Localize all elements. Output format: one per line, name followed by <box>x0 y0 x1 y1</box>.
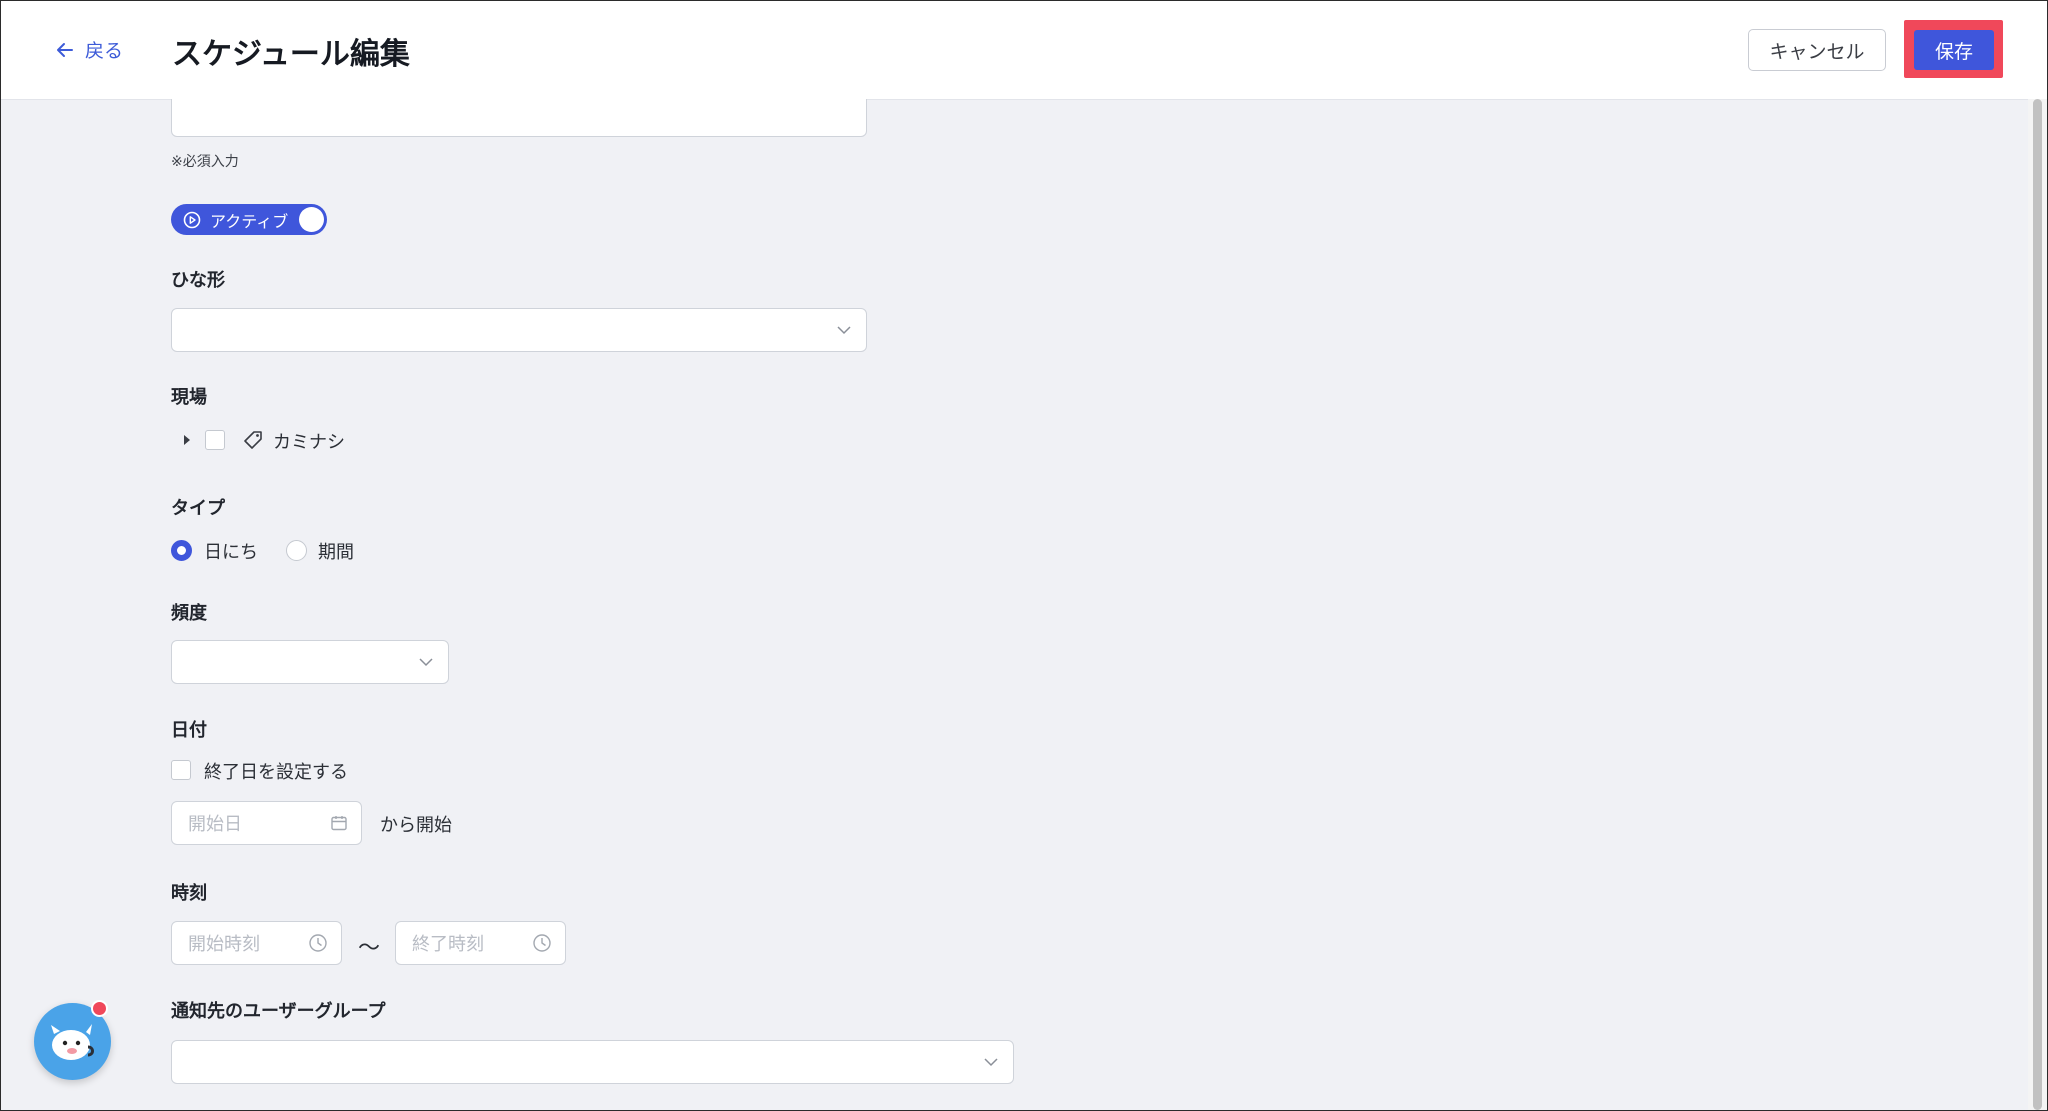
arrow-left-icon <box>57 42 73 57</box>
back-label: 戻る <box>85 40 124 62</box>
required-note: ※必須入力 <box>171 154 239 170</box>
date-label: 日付 <box>171 720 207 741</box>
time-label: 時刻 <box>171 883 207 904</box>
type-radio-period[interactable] <box>286 540 307 561</box>
type-radio-date[interactable] <box>171 540 192 561</box>
start-suffix-label: から開始 <box>380 815 452 836</box>
chevron-down-icon <box>419 658 433 667</box>
clock-icon <box>309 934 327 952</box>
start-date-placeholder: 開始日 <box>188 814 242 835</box>
start-time-placeholder: 開始時刻 <box>188 934 260 955</box>
calendar-icon <box>331 816 347 831</box>
time-separator: 〜 <box>358 936 381 961</box>
template-label: ひな形 <box>171 270 225 291</box>
caret-right-icon[interactable] <box>183 434 191 446</box>
chat-notification-badge <box>91 1000 108 1017</box>
chevron-down-icon <box>984 1058 998 1067</box>
name-input[interactable] <box>171 99 867 137</box>
play-circle-icon <box>183 211 201 228</box>
chevron-down-icon <box>837 326 851 335</box>
type-option-date-label: 日にち <box>204 542 258 563</box>
end-date-checkbox-label: 終了日を設定する <box>204 762 348 783</box>
page-title: スケジュール編集 <box>172 37 410 72</box>
scrollbar-thumb[interactable] <box>2033 99 2042 1110</box>
active-toggle[interactable]: アクティブ <box>171 204 327 235</box>
page-header: 戻る スケジュール編集 キャンセル 保存 <box>1 1 2047 100</box>
start-time-input[interactable]: 開始時刻 <box>171 921 342 965</box>
end-date-checkbox[interactable] <box>171 760 191 780</box>
notify-group-select[interactable] <box>171 1040 1014 1084</box>
active-toggle-label: アクティブ <box>210 211 289 231</box>
end-time-placeholder: 終了時刻 <box>412 934 484 955</box>
end-time-input[interactable]: 終了時刻 <box>395 921 566 965</box>
site-tree-item-label: カミナシ <box>273 432 345 453</box>
start-date-input[interactable]: 開始日 <box>171 801 362 845</box>
clock-icon <box>533 934 551 952</box>
app-window: 戻る スケジュール編集 キャンセル 保存 ※必須入力 アクティブ ひな形 現場 <box>0 0 2048 1111</box>
type-option-period-label: 期間 <box>318 542 354 563</box>
back-link[interactable]: 戻る <box>55 36 123 63</box>
form-content: ※必須入力 アクティブ ひな形 現場 カミナシ タイプ 日にち 期間 頻度 日付… <box>1 99 2027 1110</box>
save-button[interactable]: 保存 <box>1914 30 1994 70</box>
frequency-label: 頻度 <box>171 603 207 624</box>
cancel-button[interactable]: キャンセル <box>1748 29 1886 71</box>
notify-group-label: 通知先のユーザーグループ <box>171 1001 386 1022</box>
frequency-select[interactable] <box>171 640 449 684</box>
site-label: 現場 <box>171 387 207 408</box>
vertical-scrollbar[interactable] <box>2028 99 2047 1110</box>
toggle-knob <box>299 207 324 232</box>
site-checkbox[interactable] <box>205 430 225 450</box>
template-select[interactable] <box>171 308 867 352</box>
tag-icon <box>244 431 262 449</box>
type-label: タイプ <box>171 498 225 519</box>
